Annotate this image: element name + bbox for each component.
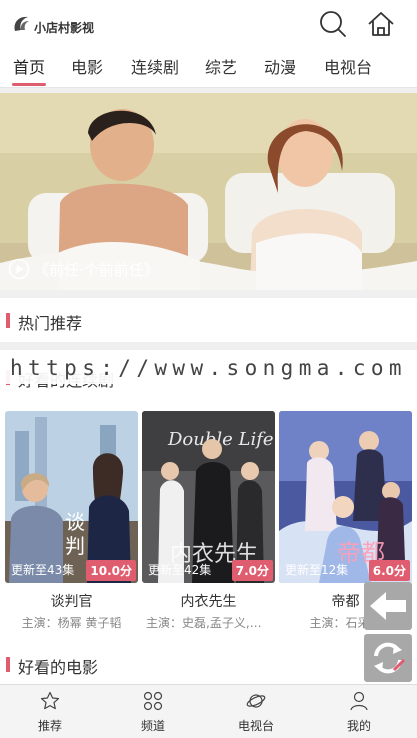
svg-text:判: 判 [65,534,85,558]
tab-channels[interactable]: 频道 [118,685,188,738]
nav-item-anime[interactable]: 动漫 [261,48,299,88]
user-icon [350,691,368,711]
nav-item-movies[interactable]: 电影 [68,48,106,88]
card-cast: 主演：杨幂 黄子韬 [21,616,122,630]
category-nav: 首页 电影 连续剧 综艺 动漫 电视台 [0,48,417,88]
section-marker [6,657,10,672]
logo[interactable]: 小店村影视 [12,10,94,38]
score-badge: 10.0分 [86,560,136,581]
star-icon [40,691,60,710]
poster-image: Double Life 内衣先生 [142,411,275,583]
tab-recommend[interactable]: 推荐 [15,685,85,738]
logo-text: 小店村影视 [34,20,95,35]
svg-text:谈: 谈 [65,510,85,534]
grid-icon [143,691,163,711]
banner-caption[interactable]: 《前任·个前前任》 [8,258,159,280]
tab-label: 电视台 [237,719,274,733]
watermark-url: https://www.songma.com [0,352,417,384]
tab-label: 推荐 [37,719,62,733]
video-card[interactable]: 帝都 更新至12集 6.0分 帝都 主演：石采言 [279,411,412,630]
episode-badge: 更新至12集 [285,563,349,577]
nav-item-home[interactable]: 首页 [10,48,48,88]
episode-badge: 更新至42集 [148,563,212,577]
video-card[interactable]: Double Life 内衣先生 更新至42集 7.0分 内衣先生 主演：史磊,… [142,411,275,630]
card-title[interactable]: 内衣先生 [142,591,275,611]
banner-title: 《前任·个前前任》 [34,260,159,279]
card-cast: 主演：史磊,孟子义,王... [146,616,271,630]
bottom-tabbar: 推荐 频道 电视台 我的 [0,684,417,738]
episode-badge: 更新至43集 [11,563,75,577]
header: 小店村影视 [0,0,417,48]
hot-section-header: 热门推荐 [0,298,417,342]
video-card[interactable]: 谈 判 更新至43集 10.0分 谈判官 主演：杨幂 黄子韬 [5,411,138,630]
poster[interactable]: 谈 判 更新至43集 10.0分 [5,411,138,583]
score-badge: 6.0分 [368,560,410,581]
arrow-left-icon [370,592,406,620]
poster[interactable]: 帝都 更新至12集 6.0分 [279,411,412,583]
tab-label: 频道 [140,719,165,733]
banner-slide[interactable]: 《前任·个前前任》 [0,93,417,290]
nav-item-tv[interactable]: 电视台 [320,48,376,88]
tab-mine[interactable]: 我的 [324,685,394,738]
score-badge: 7.0分 [231,560,273,581]
nav-item-variety[interactable]: 综艺 [202,48,240,88]
tab-tv[interactable]: 电视台 [221,685,291,738]
play-icon [8,258,30,280]
refresh-button[interactable] [364,634,412,682]
poster[interactable]: Double Life 内衣先生 更新至42集 7.0分 [142,411,275,583]
nav-item-series[interactable]: 连续剧 [127,48,183,88]
search-icon[interactable] [318,9,348,39]
card-title[interactable]: 谈判官 [5,591,138,611]
home-icon[interactable] [366,9,396,39]
movies-section-header: 好看的电影 [0,644,417,684]
tab-label: 我的 [346,719,371,733]
section-title-movies[interactable]: 好看的电影 [18,654,98,678]
section-title-hot: 热门推荐 [18,314,83,333]
poster-image: 谈 判 [5,411,138,583]
back-button[interactable] [364,582,412,630]
poster-image: 帝都 [279,411,412,583]
logo-icon [14,16,29,31]
section-marker [6,313,10,328]
refresh-icon [374,642,406,674]
planet-icon [246,694,266,708]
